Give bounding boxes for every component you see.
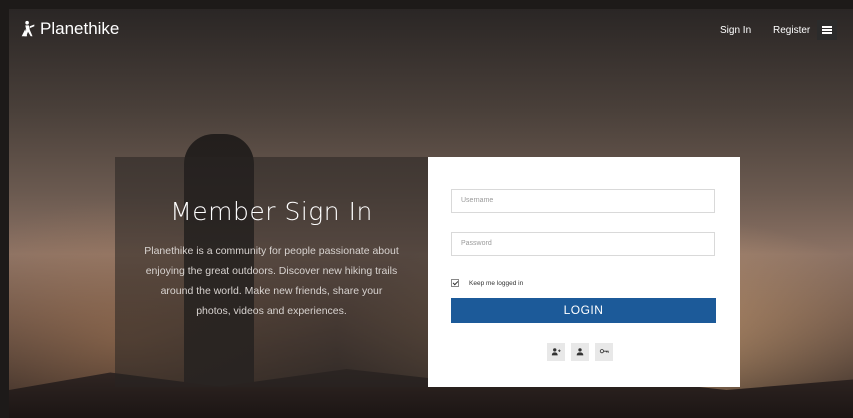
- hamburger-menu-button[interactable]: [817, 20, 837, 40]
- brand-logo[interactable]: Planethike: [19, 19, 119, 39]
- page-title: Member Sign In: [170, 197, 373, 226]
- hamburger-icon: [822, 29, 832, 31]
- intro-panel: Member Sign In Planethike is a community…: [115, 157, 428, 387]
- forgot-password-icon-button[interactable]: [595, 343, 613, 361]
- brand-name: Planethike: [40, 19, 120, 38]
- sign-in-link[interactable]: Sign In: [720, 25, 751, 36]
- register-link[interactable]: Register: [773, 25, 810, 36]
- login-button[interactable]: LOGIN: [451, 298, 716, 323]
- password-input[interactable]: Password: [451, 232, 715, 256]
- remember-me-row[interactable]: Keep me logged in: [451, 279, 523, 287]
- profile-icon-button[interactable]: [571, 343, 589, 361]
- hiker-logo-icon: [21, 20, 35, 37]
- remember-me-checkbox[interactable]: [451, 279, 459, 287]
- account-actions: [547, 343, 613, 361]
- add-user-icon: [551, 348, 561, 356]
- intro-description: Planethike is a community for people pas…: [144, 245, 399, 317]
- user-icon: [576, 348, 584, 356]
- username-input[interactable]: Username: [451, 189, 715, 213]
- remember-me-label: Keep me logged in: [469, 279, 524, 287]
- top-navbar: Planethike Sign In Register: [9, 9, 853, 53]
- login-form: Username Password Keep me logged in LOGI…: [428, 157, 740, 387]
- register-icon-button[interactable]: [547, 343, 565, 361]
- key-icon: [599, 349, 609, 354]
